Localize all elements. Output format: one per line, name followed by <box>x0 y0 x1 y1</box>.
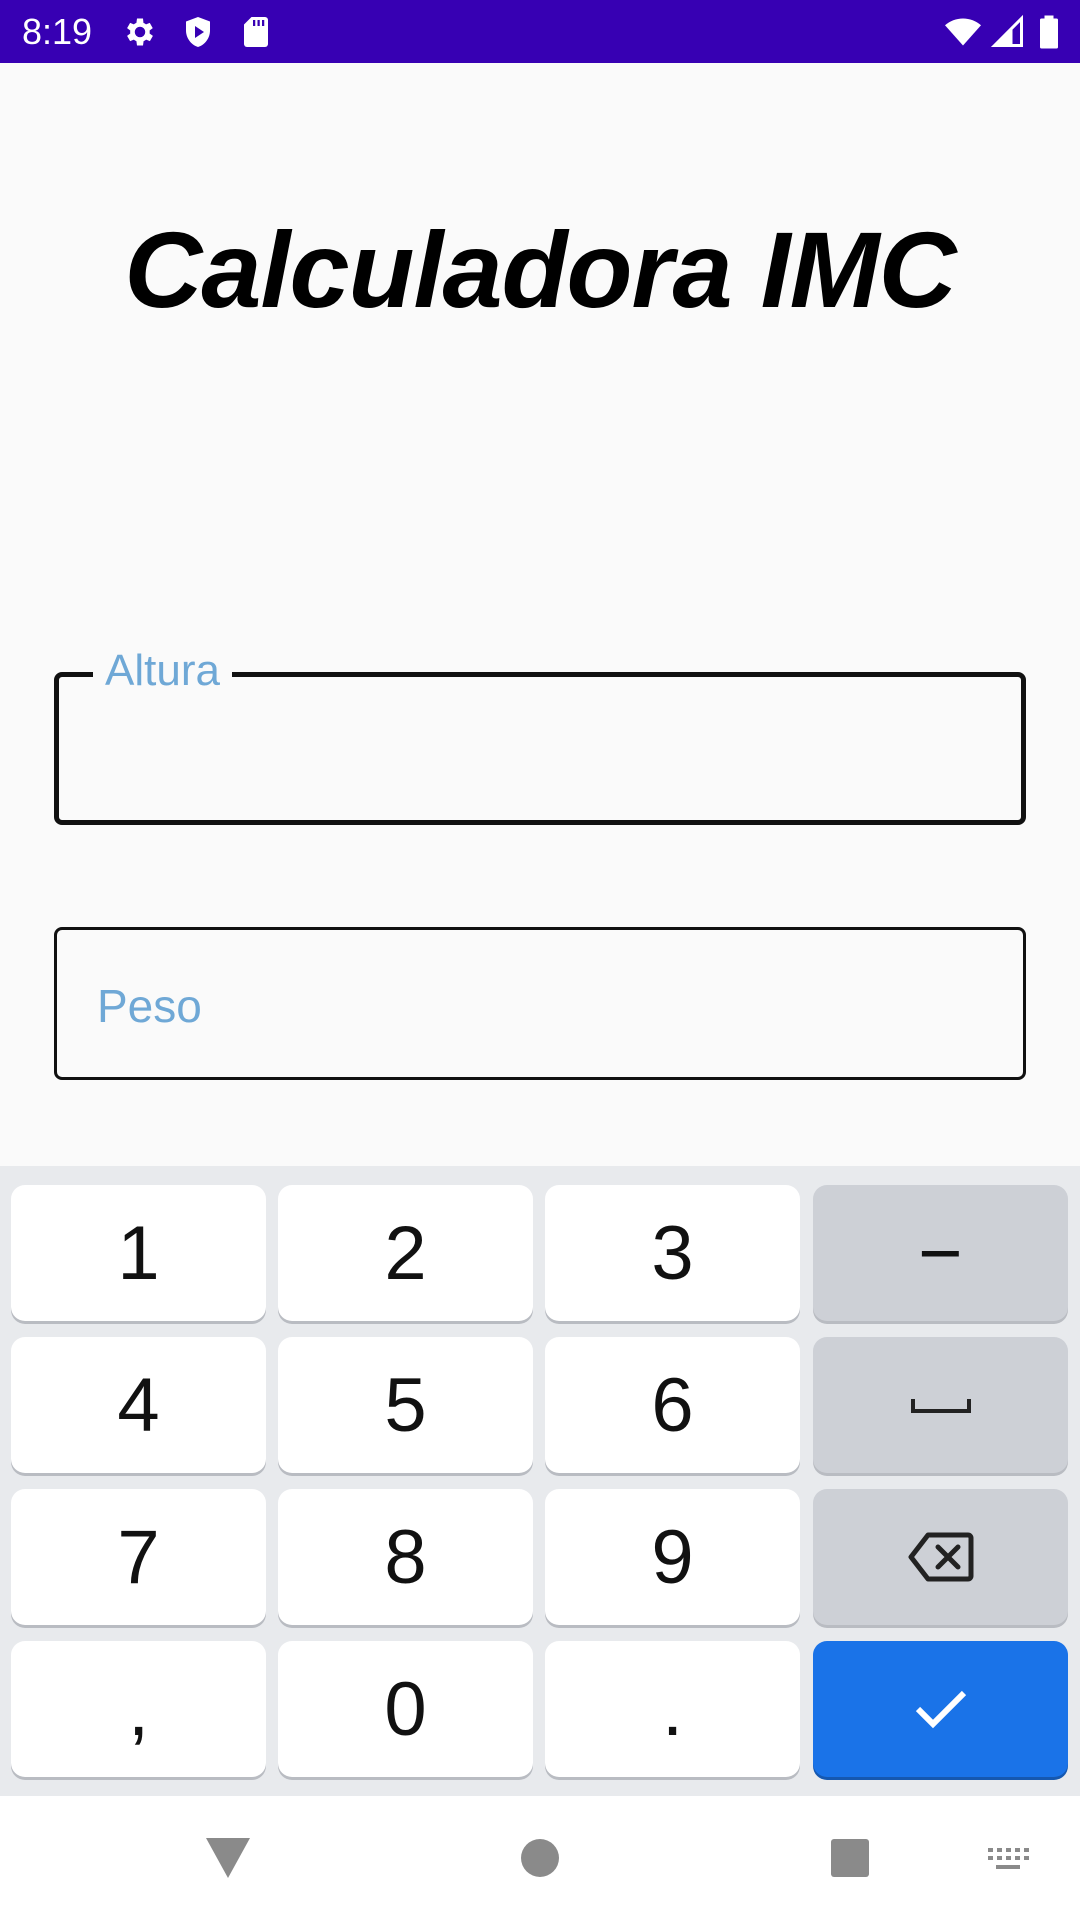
key-space[interactable] <box>813 1337 1068 1473</box>
recents-icon[interactable] <box>830 1838 870 1878</box>
key-minus[interactable]: − <box>813 1185 1068 1321</box>
status-bar: 8:19 <box>0 0 1080 63</box>
key-2[interactable]: 2 <box>278 1185 533 1321</box>
key-3[interactable]: 3 <box>545 1185 800 1321</box>
wifi-icon <box>945 18 981 46</box>
key-period[interactable]: . <box>545 1641 800 1777</box>
page-title: Calculadora IMC <box>124 209 956 330</box>
home-icon[interactable] <box>520 1838 560 1878</box>
key-9[interactable]: 9 <box>545 1489 800 1625</box>
key-6[interactable]: 6 <box>545 1337 800 1473</box>
peso-input[interactable]: Peso <box>54 927 1026 1080</box>
peso-label: Peso <box>97 980 202 1032</box>
done-button[interactable] <box>813 1641 1068 1777</box>
sd-card-icon <box>244 17 268 47</box>
key-5[interactable]: 5 <box>278 1337 533 1473</box>
space-bar-icon <box>910 1399 971 1413</box>
key-4[interactable]: 4 <box>11 1337 266 1473</box>
key-0[interactable]: 0 <box>278 1641 533 1777</box>
keyboard-switch-icon[interactable] <box>986 1846 1030 1874</box>
key-1[interactable]: 1 <box>11 1185 266 1321</box>
shield-play-icon <box>186 17 210 47</box>
key-backspace[interactable] <box>813 1489 1068 1625</box>
cell-signal-icon <box>990 14 1023 47</box>
altura-input[interactable]: Altura <box>54 643 1026 825</box>
back-icon[interactable] <box>204 1836 252 1880</box>
numeric-keyboard: 1 2 3 − 4 5 6 7 8 9 , 0 . <box>0 1166 1080 1796</box>
altura-label: Altura <box>93 643 232 699</box>
status-time: 8:19 <box>22 11 93 52</box>
key-8[interactable]: 8 <box>278 1489 533 1625</box>
key-comma[interactable]: , <box>11 1641 266 1777</box>
check-icon <box>915 1690 966 1729</box>
key-7[interactable]: 7 <box>11 1489 266 1625</box>
backspace-icon <box>908 1532 973 1582</box>
gear-icon <box>127 18 153 46</box>
navigation-bar <box>0 1796 1080 1920</box>
battery-icon <box>1040 15 1058 49</box>
